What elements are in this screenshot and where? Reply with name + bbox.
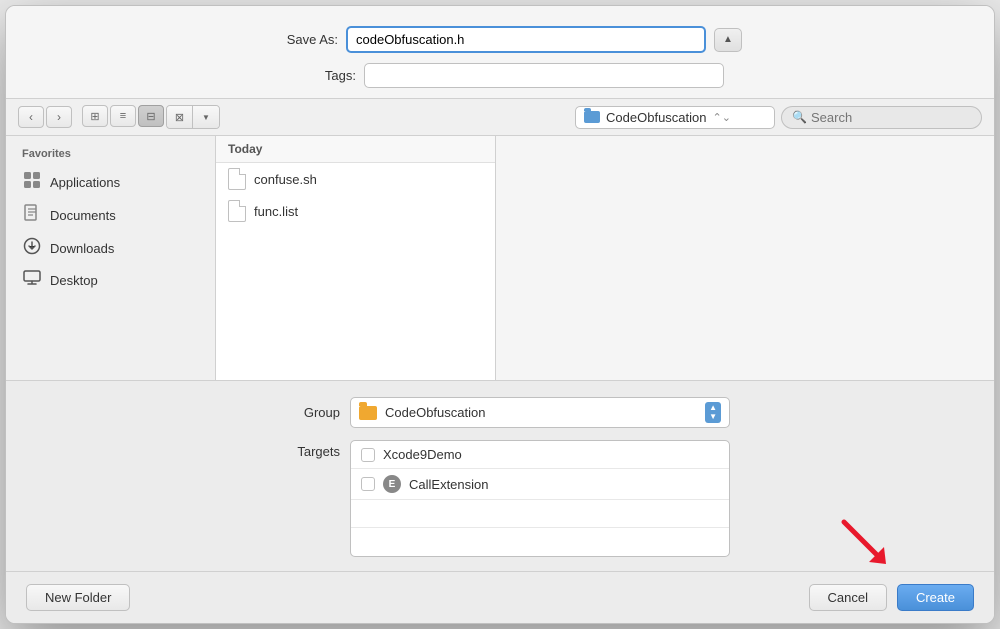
- group-select-arrows: ▲ ▼: [705, 402, 721, 423]
- file-name-func: func.list: [254, 204, 298, 219]
- forward-button[interactable]: ›: [46, 106, 72, 128]
- targets-row: Targets Xcode9Demo E CallExtension: [26, 440, 974, 557]
- expand-button[interactable]: ▲: [714, 28, 742, 52]
- file-column: Today confuse.sh func.list: [216, 136, 496, 380]
- desktop-icon: [22, 270, 42, 291]
- sidebar-item-applications[interactable]: Applications: [6, 166, 215, 199]
- view-column-button[interactable]: ⊟: [138, 105, 164, 127]
- save-as-label: Save As:: [258, 32, 338, 47]
- targets-list: Xcode9Demo E CallExtension: [350, 440, 730, 557]
- footer-right: Cancel Create: [809, 584, 975, 611]
- back-icon: ‹: [29, 110, 33, 124]
- tags-label: Tags:: [276, 68, 356, 83]
- files-area: Today confuse.sh func.list: [216, 136, 994, 380]
- cancel-button[interactable]: Cancel: [809, 584, 887, 611]
- nav-group: ‹ ›: [18, 106, 72, 128]
- red-arrow: [834, 512, 894, 575]
- group-select[interactable]: CodeObfuscation ▲ ▼: [350, 397, 730, 428]
- list-item[interactable]: func.list: [216, 195, 495, 227]
- gallery-icon: ⊠: [175, 111, 184, 124]
- sidebar-item-downloads[interactable]: Downloads: [6, 232, 215, 265]
- toolbar: ‹ › ⊞ ≡ ⊟ ⊠ ▼: [6, 98, 994, 136]
- target-name-callextension: CallExtension: [409, 477, 489, 492]
- applications-icon: [22, 171, 42, 194]
- footer: New Folder Cancel Create: [6, 571, 994, 623]
- view-split-group: ⊠ ▼: [166, 105, 220, 129]
- group-select-text: CodeObfuscation: [385, 405, 697, 420]
- view-list-button[interactable]: ≡: [110, 105, 136, 127]
- search-icon: 🔍: [792, 110, 807, 124]
- grid-icon: ⊞: [90, 110, 99, 123]
- column-icon: ⊟: [146, 110, 155, 123]
- target-item-xcode9demo[interactable]: Xcode9Demo: [351, 441, 729, 469]
- target-checkbox-xcode9demo[interactable]: [361, 448, 375, 462]
- save-as-row: Save As: ▲: [26, 26, 974, 53]
- dropdown-arrow-icon: ▼: [202, 113, 210, 122]
- group-label: Group: [270, 405, 340, 420]
- list-item[interactable]: confuse.sh: [216, 163, 495, 195]
- save-dialog: Save As: ▲ Tags: ‹ › ⊞ ≡: [5, 5, 995, 624]
- documents-label: Documents: [50, 208, 116, 223]
- view-group: ⊞ ≡ ⊟ ⊠ ▼: [82, 105, 220, 129]
- view-gallery-button[interactable]: ⊠: [167, 106, 193, 128]
- group-folder-icon: [359, 406, 377, 420]
- targets-label: Targets: [270, 440, 340, 459]
- location-bar[interactable]: CodeObfuscation ⌃⌄: [575, 106, 775, 129]
- top-section: Save As: ▲ Tags:: [6, 6, 994, 98]
- sidebar-item-documents[interactable]: Documents: [6, 199, 215, 232]
- search-input[interactable]: [811, 110, 971, 125]
- list-icon: ≡: [120, 110, 126, 122]
- downloads-label: Downloads: [50, 241, 114, 256]
- documents-icon: [22, 204, 42, 227]
- location-chevron-icon: ⌃⌄: [713, 111, 731, 124]
- view-gallery-dropdown-button[interactable]: ▼: [193, 106, 219, 128]
- target-item-callextension[interactable]: E CallExtension: [351, 469, 729, 500]
- file-name-confuse: confuse.sh: [254, 172, 317, 187]
- back-button[interactable]: ‹: [18, 106, 44, 128]
- target-empty-row-1: [351, 500, 729, 528]
- folder-icon: [584, 111, 600, 123]
- tags-row: Tags:: [26, 63, 974, 88]
- search-bar[interactable]: 🔍: [781, 106, 982, 129]
- downloads-icon: [22, 237, 42, 260]
- target-empty-row-2: [351, 528, 729, 556]
- sidebar-section-title: Favorites: [6, 148, 215, 166]
- target-badge-callextension: E: [383, 475, 401, 493]
- target-name-xcode9demo: Xcode9Demo: [383, 447, 462, 462]
- file-icon-func: [228, 200, 246, 222]
- browser-area: Favorites Applications Documents Downloa…: [6, 136, 994, 381]
- view-icon-button[interactable]: ⊞: [82, 105, 108, 127]
- chevron-up-icon: ▲: [723, 34, 733, 45]
- create-button[interactable]: Create: [897, 584, 974, 611]
- arrow-down-icon: ▼: [709, 413, 717, 421]
- group-row: Group CodeObfuscation ▲ ▼: [26, 397, 974, 428]
- applications-label: Applications: [50, 175, 120, 190]
- new-folder-button[interactable]: New Folder: [26, 584, 130, 611]
- location-text: CodeObfuscation: [606, 110, 706, 125]
- forward-icon: ›: [57, 110, 61, 124]
- file-icon-confuse: [228, 168, 246, 190]
- column-header: Today: [216, 136, 495, 163]
- sidebar-item-desktop[interactable]: Desktop: [6, 265, 215, 296]
- sidebar: Favorites Applications Documents Downloa…: [6, 136, 216, 380]
- desktop-label: Desktop: [50, 273, 98, 288]
- tags-input[interactable]: [364, 63, 724, 88]
- save-as-input[interactable]: [346, 26, 706, 53]
- target-checkbox-callextension[interactable]: [361, 477, 375, 491]
- arrow-up-icon: ▲: [709, 404, 717, 412]
